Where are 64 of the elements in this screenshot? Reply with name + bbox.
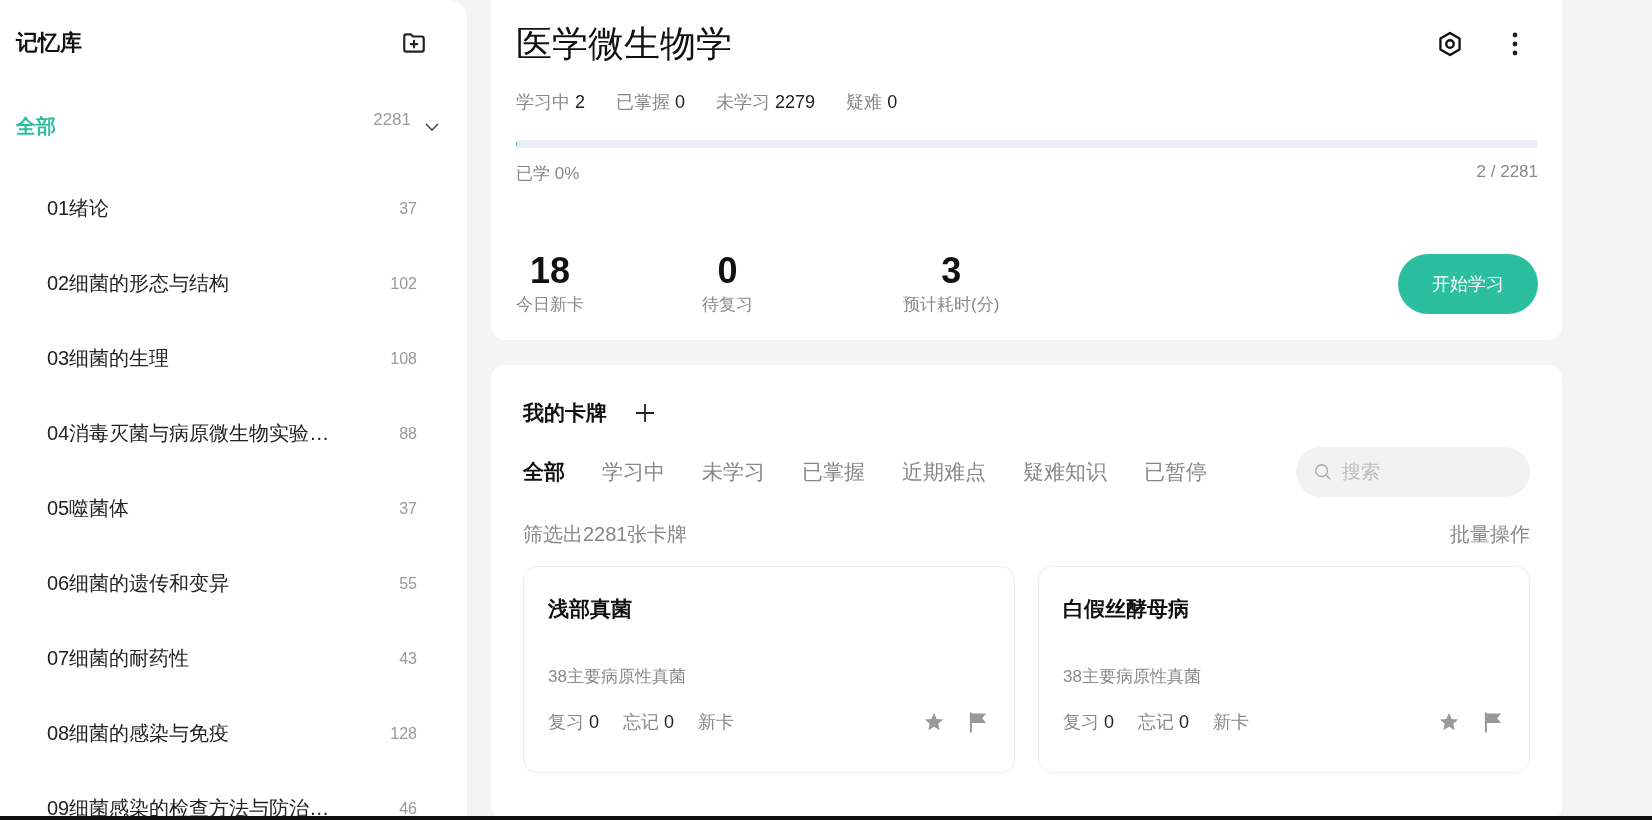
today-label: 今日新卡: [516, 294, 584, 316]
card-stat: 复习 0: [548, 711, 600, 734]
card-stat: 新卡: [698, 711, 735, 734]
item-count: 108: [390, 349, 417, 368]
item-count: 43: [399, 649, 417, 668]
tree-item[interactable]: 02细菌的形态与结构 102: [16, 246, 417, 321]
card-chapter: 38主要病原性真菌: [1063, 666, 1202, 688]
item-count: 37: [399, 499, 417, 518]
deck-title: 医学微生物学: [516, 21, 732, 66]
sidebar-title: 记忆库: [16, 29, 82, 57]
today-label: 待复习: [702, 294, 753, 316]
item-count: 102: [390, 274, 417, 293]
star-icon[interactable]: [1438, 711, 1460, 733]
filter-tab[interactable]: 已暂停: [1144, 458, 1207, 486]
more-icon[interactable]: [1512, 32, 1518, 56]
card-stat: 忘记 0: [1138, 711, 1190, 734]
today-value: 0: [717, 251, 738, 291]
chevron-icon[interactable]: [425, 122, 439, 131]
tree-item[interactable]: 03细菌的生理 108: [16, 321, 417, 396]
progress-label: 已学 0%: [516, 163, 580, 185]
tree-item[interactable]: 07细菌的耐药性 43: [16, 621, 417, 696]
settings-icon[interactable]: [1436, 30, 1464, 58]
filter-tab[interactable]: 全部: [523, 458, 565, 486]
tree-item[interactable]: 05噬菌体 37: [16, 471, 417, 546]
deck-stat: 未学习 2279: [716, 91, 816, 114]
card-title: 浅部真菌: [548, 596, 633, 622]
filter-summary: 筛选出2281张卡牌: [523, 522, 688, 547]
filter-tab[interactable]: 已掌握: [802, 458, 865, 486]
filter-tab[interactable]: 疑难知识: [1023, 458, 1107, 486]
deck-stat: 学习中 2: [516, 91, 586, 114]
filter-tab[interactable]: 未学习: [702, 458, 765, 486]
tree-item[interactable]: 06细菌的遗传和变异 55: [16, 546, 417, 621]
item-count: 37: [399, 199, 417, 218]
card-stat: 忘记 0: [623, 711, 675, 734]
card-chapter: 38主要病原性真菌: [548, 666, 687, 688]
item-count: 46: [399, 799, 417, 818]
filter-tab[interactable]: 近期难点: [902, 458, 986, 486]
item-count: 128: [390, 724, 417, 743]
item-count: 88: [399, 424, 417, 443]
card-stat: 复习 0: [1063, 711, 1115, 734]
flashcard[interactable]: 浅部真菌 38主要病原性真菌 复习 0 忘记 0 新卡: [523, 566, 1015, 773]
flag-icon[interactable]: [1484, 711, 1503, 733]
progress-count: 2 / 2281: [1476, 162, 1538, 183]
bulk-action-link[interactable]: 批量操作: [1450, 521, 1530, 548]
today-label: 预计耗时(分): [903, 294, 1000, 316]
tree-item[interactable]: 01绪论 37: [16, 171, 417, 246]
item-count: 2281: [373, 110, 411, 130]
item-count: 55: [399, 574, 417, 593]
card-title: 白假丝酵母病: [1063, 596, 1190, 622]
flag-icon[interactable]: [969, 711, 988, 733]
panel-title: 我的卡牌: [523, 400, 607, 426]
add-folder-icon[interactable]: [401, 30, 427, 56]
star-icon[interactable]: [923, 711, 945, 733]
card-stat: 新卡: [1213, 711, 1250, 734]
deck-stat: 已掌握 0: [616, 91, 686, 114]
search-icon: [1314, 463, 1332, 481]
today-value: 3: [941, 251, 962, 291]
tree-item[interactable]: 08细菌的感染与免疫 128: [16, 696, 417, 771]
today-value: 18: [529, 251, 570, 291]
tree-item[interactable]: 04消毒灭菌与病原微生物实验… 88: [16, 396, 417, 471]
add-icon[interactable]: [635, 403, 655, 423]
flashcard[interactable]: 白假丝酵母病 38主要病原性真菌 复习 0 忘记 0 新卡: [1038, 566, 1530, 773]
filter-tab[interactable]: 学习中: [602, 458, 665, 486]
deck-stat: 疑难 0: [846, 91, 898, 114]
